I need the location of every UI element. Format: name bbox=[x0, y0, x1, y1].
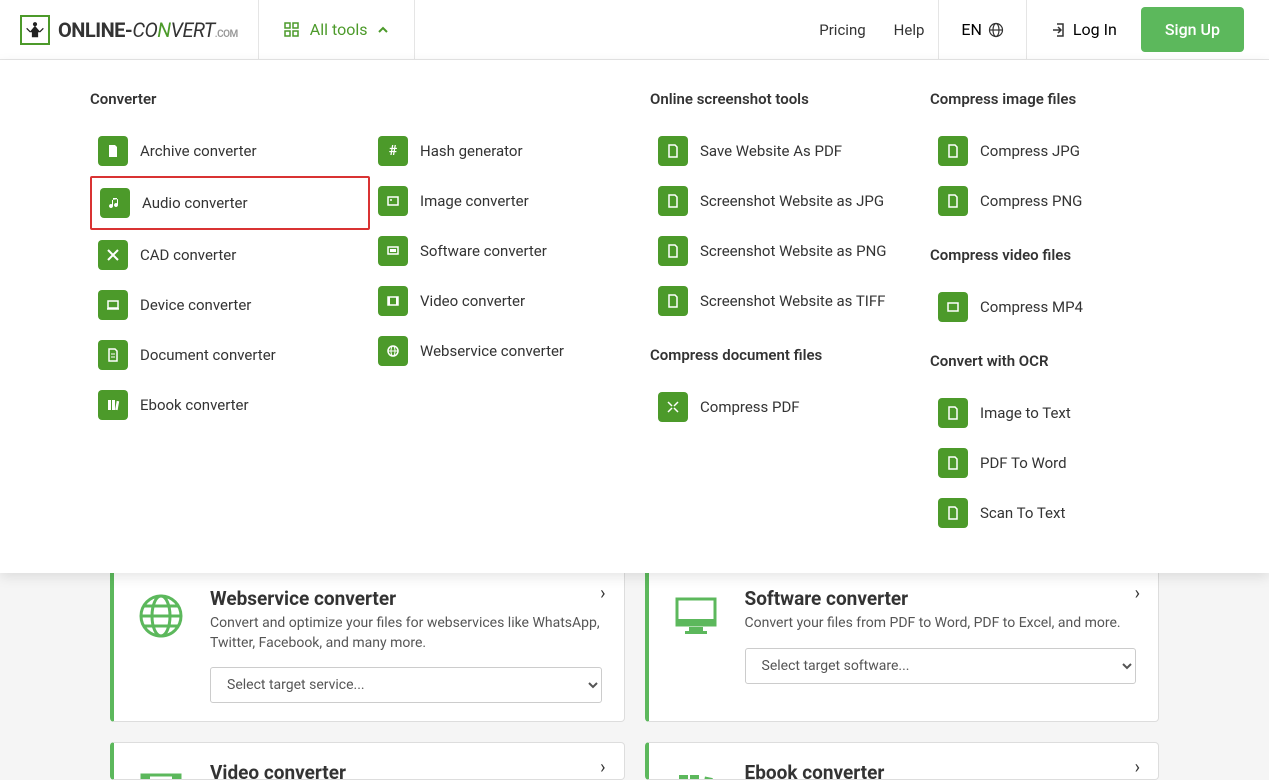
card-title: Video converter bbox=[210, 761, 602, 780]
video-icon bbox=[378, 286, 408, 316]
menu-item-audio[interactable]: Audio converter bbox=[90, 176, 370, 230]
monitor-icon bbox=[671, 591, 721, 641]
document-icon bbox=[98, 340, 128, 370]
help-link[interactable]: Help bbox=[880, 21, 939, 39]
chevron-right-icon: › bbox=[1135, 583, 1140, 604]
menu-item-save-pdf[interactable]: Save Website As PDF bbox=[650, 126, 930, 176]
chevron-right-icon: › bbox=[600, 583, 605, 604]
card-ebook[interactable]: Ebook converter › bbox=[645, 742, 1160, 780]
image-icon bbox=[378, 186, 408, 216]
hash-icon: # bbox=[378, 136, 408, 166]
tools-icon bbox=[98, 240, 128, 270]
target-software-select[interactable]: Select target software... bbox=[745, 648, 1137, 684]
laptop-icon bbox=[98, 290, 128, 320]
menu-item-compress-png[interactable]: Compress PNG bbox=[930, 176, 1190, 226]
menu-item-screenshot-png[interactable]: Screenshot Website as PNG bbox=[650, 226, 930, 276]
menu-item-screenshot-jpg[interactable]: Screenshot Website as JPG bbox=[650, 176, 930, 226]
lang-label: EN bbox=[961, 20, 982, 39]
compress-icon bbox=[658, 392, 688, 422]
card-title: Software converter bbox=[745, 587, 1137, 610]
menu-item-pdf-to-word[interactable]: PDF To Word bbox=[930, 438, 1190, 488]
music-icon bbox=[100, 188, 130, 218]
file-icon bbox=[658, 286, 688, 316]
card-desc: Convert and optimize your files for webs… bbox=[210, 614, 602, 653]
menu-heading-compress-image: Compress image files bbox=[930, 90, 1190, 108]
menu-item-scan-to-text[interactable]: Scan To Text bbox=[930, 488, 1190, 538]
menu-item-cad[interactable]: CAD converter bbox=[90, 230, 370, 280]
menu-item-screenshot-tiff[interactable]: Screenshot Website as TIFF bbox=[650, 276, 930, 326]
menu-item-compress-mp4[interactable]: Compress MP4 bbox=[930, 282, 1190, 332]
menu-item-compress-pdf[interactable]: Compress PDF bbox=[650, 382, 930, 432]
chevron-up-icon bbox=[377, 24, 389, 36]
books-icon bbox=[671, 765, 721, 780]
file-icon bbox=[658, 236, 688, 266]
globe-icon bbox=[136, 591, 186, 641]
chevron-right-icon: › bbox=[1135, 757, 1140, 778]
menu-item-document[interactable]: Document converter bbox=[90, 330, 370, 380]
menu-item-archive[interactable]: Archive converter bbox=[90, 126, 370, 176]
grid-icon bbox=[284, 22, 300, 38]
file-icon bbox=[938, 398, 968, 428]
menu-item-compress-jpg[interactable]: Compress JPG bbox=[930, 126, 1190, 176]
menu-item-software[interactable]: Software converter bbox=[370, 226, 650, 276]
books-icon bbox=[98, 390, 128, 420]
globe-icon bbox=[988, 22, 1004, 38]
file-icon bbox=[658, 186, 688, 216]
all-tools-dropdown[interactable]: All tools bbox=[258, 0, 416, 59]
software-icon bbox=[378, 236, 408, 266]
card-video[interactable]: Video converter › bbox=[110, 742, 625, 780]
file-icon bbox=[938, 498, 968, 528]
menu-item-image[interactable]: Image converter bbox=[370, 176, 650, 226]
signup-button[interactable]: Sign Up bbox=[1141, 7, 1244, 52]
file-icon bbox=[98, 136, 128, 166]
file-icon bbox=[938, 136, 968, 166]
menu-item-hash[interactable]: #Hash generator bbox=[370, 126, 650, 176]
card-title: Ebook converter bbox=[745, 761, 1137, 780]
menu-heading-ocr: Convert with OCR bbox=[930, 352, 1190, 370]
logo[interactable]: ONLINE-CONVERT.COM bbox=[0, 15, 258, 45]
pricing-link[interactable]: Pricing bbox=[805, 21, 879, 39]
menu-item-image-to-text[interactable]: Image to Text bbox=[930, 388, 1190, 438]
menu-heading-compress-doc: Compress document files bbox=[650, 346, 930, 364]
login-link[interactable]: Log In bbox=[1027, 20, 1141, 39]
logo-icon bbox=[20, 15, 50, 45]
file-icon bbox=[938, 448, 968, 478]
menu-item-video[interactable]: Video converter bbox=[370, 276, 650, 326]
login-icon bbox=[1051, 22, 1067, 38]
menu-heading-compress-video: Compress video files bbox=[930, 246, 1190, 264]
menu-item-webservice[interactable]: Webservice converter bbox=[370, 326, 650, 376]
header: ONLINE-CONVERT.COM All tools Pricing Hel… bbox=[0, 0, 1269, 60]
menu-item-ebook[interactable]: Ebook converter bbox=[90, 380, 370, 430]
all-tools-label: All tools bbox=[310, 20, 368, 39]
mega-menu: Converter Archive converter Audio conver… bbox=[0, 60, 1269, 573]
card-desc: Convert your files from PDF to Word, PDF… bbox=[745, 614, 1137, 634]
target-service-select[interactable]: Select target service... bbox=[210, 667, 602, 703]
card-title: Webservice converter bbox=[210, 587, 602, 610]
language-selector[interactable]: EN bbox=[938, 0, 1027, 59]
file-icon bbox=[658, 136, 688, 166]
file-icon bbox=[938, 186, 968, 216]
globe-icon bbox=[378, 336, 408, 366]
logo-text: ONLINE-CONVERT.COM bbox=[58, 18, 238, 42]
film-icon bbox=[136, 765, 186, 780]
menu-heading-converter: Converter bbox=[90, 90, 370, 108]
video-icon bbox=[938, 292, 968, 322]
chevron-right-icon: › bbox=[600, 757, 605, 778]
menu-heading-screenshot: Online screenshot tools bbox=[650, 90, 930, 108]
card-software[interactable]: Software converter Convert your files fr… bbox=[645, 568, 1160, 722]
menu-item-device[interactable]: Device converter bbox=[90, 280, 370, 330]
login-label: Log In bbox=[1073, 20, 1117, 39]
card-webservice[interactable]: Webservice converter Convert and optimiz… bbox=[110, 568, 625, 722]
